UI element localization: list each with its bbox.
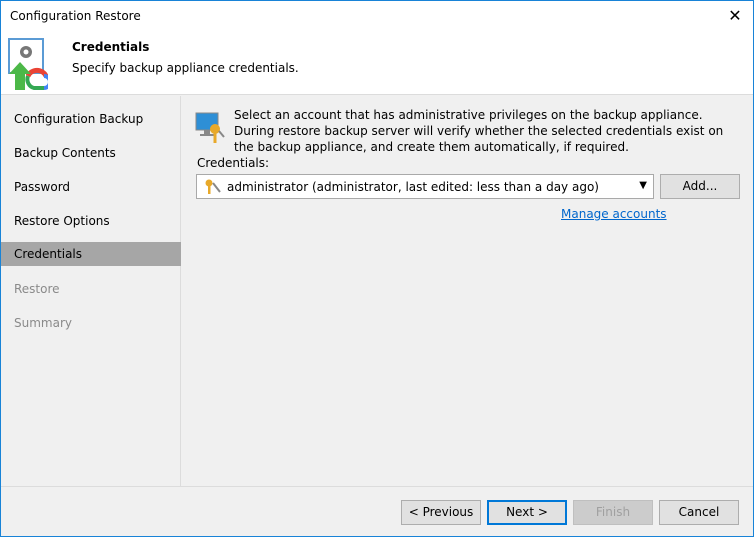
step-backup-contents[interactable]: Backup Contents — [1, 141, 181, 165]
page-subtitle: Specify backup appliance credentials. — [72, 61, 299, 75]
close-icon[interactable]: ✕ — [723, 4, 747, 28]
wizard-footer: < Previous Next > Finish Cancel — [1, 486, 753, 537]
cancel-button[interactable]: Cancel — [659, 500, 739, 525]
title-bar: Configuration Restore ✕ — [1, 1, 753, 32]
computer-key-icon — [195, 112, 225, 143]
credentials-panel: Select an account that has administrativ… — [182, 96, 753, 486]
credentials-value: administrator (administrator, last edite… — [227, 180, 599, 194]
add-button[interactable]: Add... — [660, 174, 740, 199]
step-credentials[interactable]: Credentials — [1, 242, 181, 266]
page-title: Credentials — [72, 40, 150, 54]
config-restore-icon — [8, 38, 48, 90]
wizard-steps: Configuration Backup Backup Contents Pas… — [1, 96, 181, 486]
credentials-label: Credentials: — [197, 156, 270, 170]
info-text: Select an account that has administrativ… — [234, 108, 724, 154]
wizard-header: Credentials Specify backup appliance cre… — [1, 32, 753, 95]
step-restore-options[interactable]: Restore Options — [1, 209, 181, 233]
chevron-down-icon[interactable]: ▼ — [639, 180, 647, 191]
window-title: Configuration Restore — [10, 9, 141, 23]
credentials-dropdown[interactable]: administrator (administrator, last edite… — [196, 174, 654, 199]
step-configuration-backup[interactable]: Configuration Backup — [1, 107, 181, 131]
step-restore: Restore — [14, 282, 60, 296]
previous-button[interactable]: < Previous — [401, 500, 481, 525]
configuration-restore-window: Configuration Restore ✕ Credentials Spec… — [0, 0, 754, 537]
manage-accounts-link[interactable]: Manage accounts — [561, 207, 667, 221]
key-icon — [205, 179, 221, 194]
next-button[interactable]: Next > — [487, 500, 567, 525]
step-summary: Summary — [14, 316, 72, 330]
step-password[interactable]: Password — [1, 175, 181, 199]
finish-button: Finish — [573, 500, 653, 525]
